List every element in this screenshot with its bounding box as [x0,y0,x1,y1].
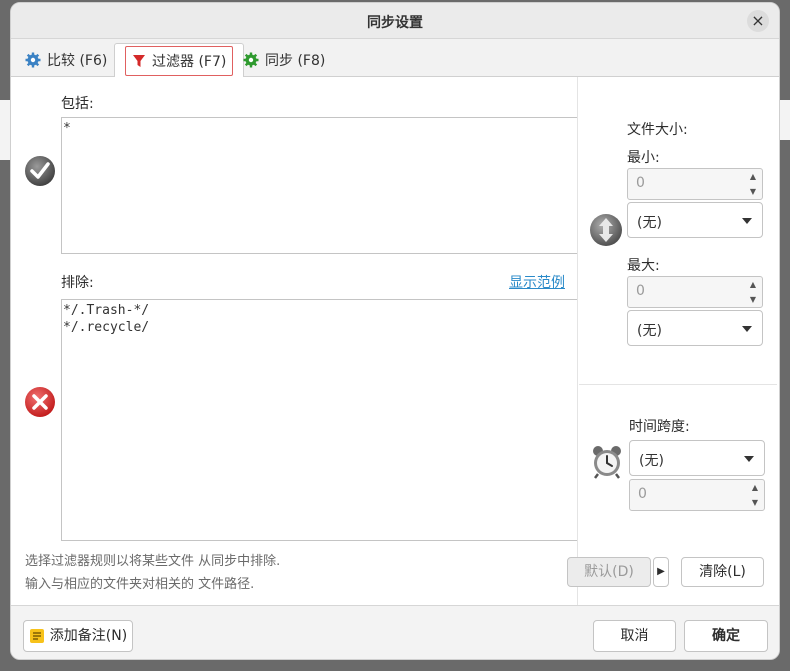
exclude-textarea[interactable]: */.Trash-*/ */.recycle/ [61,299,578,541]
max-size-input[interactable]: 0 ▲ ▼ [627,276,763,308]
chevron-down-icon [742,326,752,332]
clear-button[interactable]: 清除(L) [681,557,764,587]
time-span-up-icon[interactable]: ▲ [746,480,764,495]
tab-bar: 比较 (F6) 过滤器 (F7) 同步 (F8) [11,39,779,78]
chevron-down-icon [742,218,752,224]
add-note-button[interactable]: 添加备注(N) [23,620,133,652]
tab-filter[interactable]: 过滤器 (F7) [114,43,245,78]
dialog-title: 同步设置 [367,15,423,31]
gear-green-icon [243,52,259,68]
file-size-label: 文件大小: [627,122,688,138]
time-span-stepper[interactable]: ▲ ▼ [746,480,764,510]
filter-funnel-icon [133,55,145,67]
min-size-stepper[interactable]: ▲ ▼ [744,169,762,199]
max-size-up-icon[interactable]: ▲ [744,277,762,292]
tab-sync[interactable]: 同步 (F8) [233,43,335,77]
max-size-unit-select[interactable]: (无) [627,310,763,346]
dialog-footer: 添加备注(N) 取消 确定 [11,605,779,659]
min-size-unit-value: (无) [637,215,662,231]
title-bar: 同步设置 × [11,3,779,39]
include-textarea[interactable]: * [61,117,578,254]
time-span-number: 0 [638,486,647,502]
time-span-down-icon[interactable]: ▼ [746,495,764,510]
min-size-value: 0 [636,175,645,191]
panel-divider [577,77,578,605]
min-size-input[interactable]: 0 ▲ ▼ [627,168,763,200]
time-span-input[interactable]: 0 ▲ ▼ [629,479,765,511]
tab-sync-label: 同步 (F8) [265,53,326,69]
max-size-unit-value: (无) [637,323,662,339]
exclude-x-icon [25,387,55,417]
include-label: 包括: [61,96,94,112]
checkmark-icon [25,156,55,186]
min-size-down-icon[interactable]: ▼ [744,184,762,199]
hint-line-1: 选择过滤器规则以将某些文件 从同步中排除. [25,554,281,569]
add-note-label: 添加备注(N) [49,628,128,644]
cancel-button[interactable]: 取消 [593,620,676,652]
note-icon [29,629,44,643]
sync-settings-dialog: 同步设置 × 比较 (F6) 过滤器 (F7) 同步 (F8) 包括: * 排除… [10,2,780,660]
max-size-stepper[interactable]: ▲ ▼ [744,277,762,307]
chevron-right-icon: ▶ [657,566,665,577]
tab-filter-label: 过滤器 (F7) [152,54,227,70]
tab-compare[interactable]: 比较 (F6) [15,43,117,77]
close-button[interactable]: × [747,10,769,32]
show-examples-link[interactable]: 显示范例 [509,272,565,292]
hint-line-2: 输入与相应的文件夹对相关的 文件路径. [25,577,255,592]
tab-filter-focus: 过滤器 (F7) [125,46,234,76]
chevron-down-icon [744,456,754,462]
tab-compare-label: 比较 (F6) [47,53,108,69]
min-size-label: 最小: [627,150,660,166]
exclude-label: 排除: [61,275,94,291]
ok-button[interactable]: 确定 [684,620,768,652]
min-size-unit-select[interactable]: (无) [627,202,763,238]
right-panel-divider [579,384,777,385]
size-range-icon [590,214,622,246]
min-size-up-icon[interactable]: ▲ [744,169,762,184]
max-size-value: 0 [636,283,645,299]
filter-panel: 包括: * 排除: 显示范例 */.Trash-*/ */.recycle/ 文… [11,77,779,605]
default-button[interactable]: 默认(D) [567,557,651,587]
max-size-down-icon[interactable]: ▼ [744,292,762,307]
gear-blue-icon [25,52,41,68]
time-span-select[interactable]: (无) [629,440,765,476]
time-span-value: (无) [639,453,664,469]
alarm-clock-icon [593,446,621,479]
max-size-label: 最大: [627,258,660,274]
time-span-label: 时间跨度: [629,419,690,435]
default-options-button[interactable]: ▶ [653,557,669,587]
